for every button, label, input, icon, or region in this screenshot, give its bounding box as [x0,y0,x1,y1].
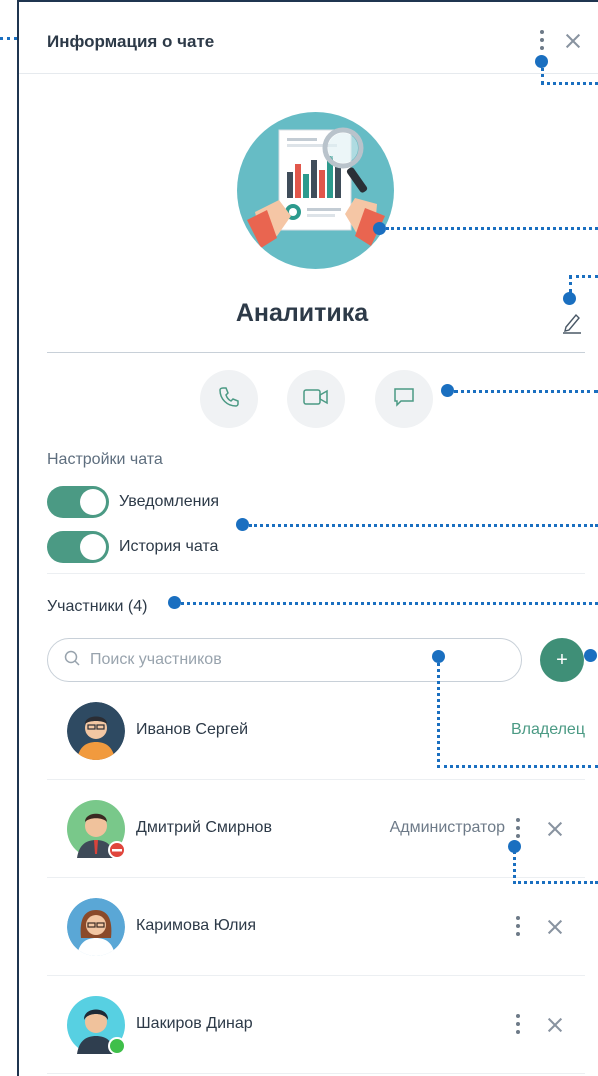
more-options-icon[interactable] [515,1014,521,1036]
annotation-dot [168,596,181,609]
member-row[interactable]: Каримова Юлия [47,878,585,976]
annotation-line [569,275,598,293]
avatar [67,898,125,956]
annotation-line [454,390,598,393]
member-row[interactable]: Шакиров Динар [47,976,585,1074]
panel-title: Информация о чате [47,32,215,51]
settings-section-label: Настройки чата [47,451,163,468]
member-row[interactable]: Дмитрий Смирнов Администратор [47,780,585,878]
call-button[interactable] [200,370,258,428]
member-name: Дмитрий Смирнов [136,819,272,836]
video-camera-icon [303,387,329,412]
avatar [67,800,126,859]
chat-avatar[interactable] [237,112,394,269]
chat-info-panel: Информация о чате Аналитика Настройки ча… [17,0,598,1076]
more-options-icon[interactable] [515,818,521,840]
member-name: Шакиров Динар [136,1015,253,1032]
more-options-icon[interactable] [539,30,545,52]
message-button[interactable] [375,370,433,428]
chat-history-label: История чата [119,538,219,555]
annotation-line [513,846,598,884]
member-role-admin: Администратор [389,819,505,836]
annotation-line [249,524,598,527]
video-call-button[interactable] [287,370,345,428]
members-title: Участники (4) [47,598,148,615]
notifications-toggle-row: Уведомления [47,486,219,518]
avatar [67,996,126,1055]
notifications-toggle[interactable] [47,486,109,518]
annotation-dot [563,292,576,305]
divider [47,352,585,353]
notifications-label: Уведомления [119,493,220,510]
member-name: Каримова Юлия [136,917,256,934]
annotation-line [0,37,17,40]
more-options-icon[interactable] [515,916,521,938]
panel-header: Информация о чате [19,2,598,74]
annotation-dot [236,518,249,531]
phone-icon [218,386,240,413]
avatar [67,702,125,760]
annotation-dot [373,222,386,235]
search-icon [64,650,80,671]
remove-member-icon[interactable] [547,1017,563,1033]
member-name: Иванов Сергей [136,721,249,738]
edit-icon[interactable] [563,312,581,339]
annotation-line [437,656,598,768]
chat-bubble-icon [393,386,415,413]
divider [47,573,585,574]
annotation-line [181,602,598,605]
chat-history-toggle[interactable] [47,531,109,563]
close-icon[interactable] [565,33,581,49]
annotation-line [541,61,598,85]
annotation-dot [441,384,454,397]
annotation-line [386,227,598,230]
remove-member-icon[interactable] [547,919,563,935]
remove-member-icon[interactable] [547,821,563,837]
history-toggle-row: История чата [47,531,218,563]
chat-name: Аналитика [235,299,369,327]
search-placeholder: Поиск участников [90,651,222,668]
